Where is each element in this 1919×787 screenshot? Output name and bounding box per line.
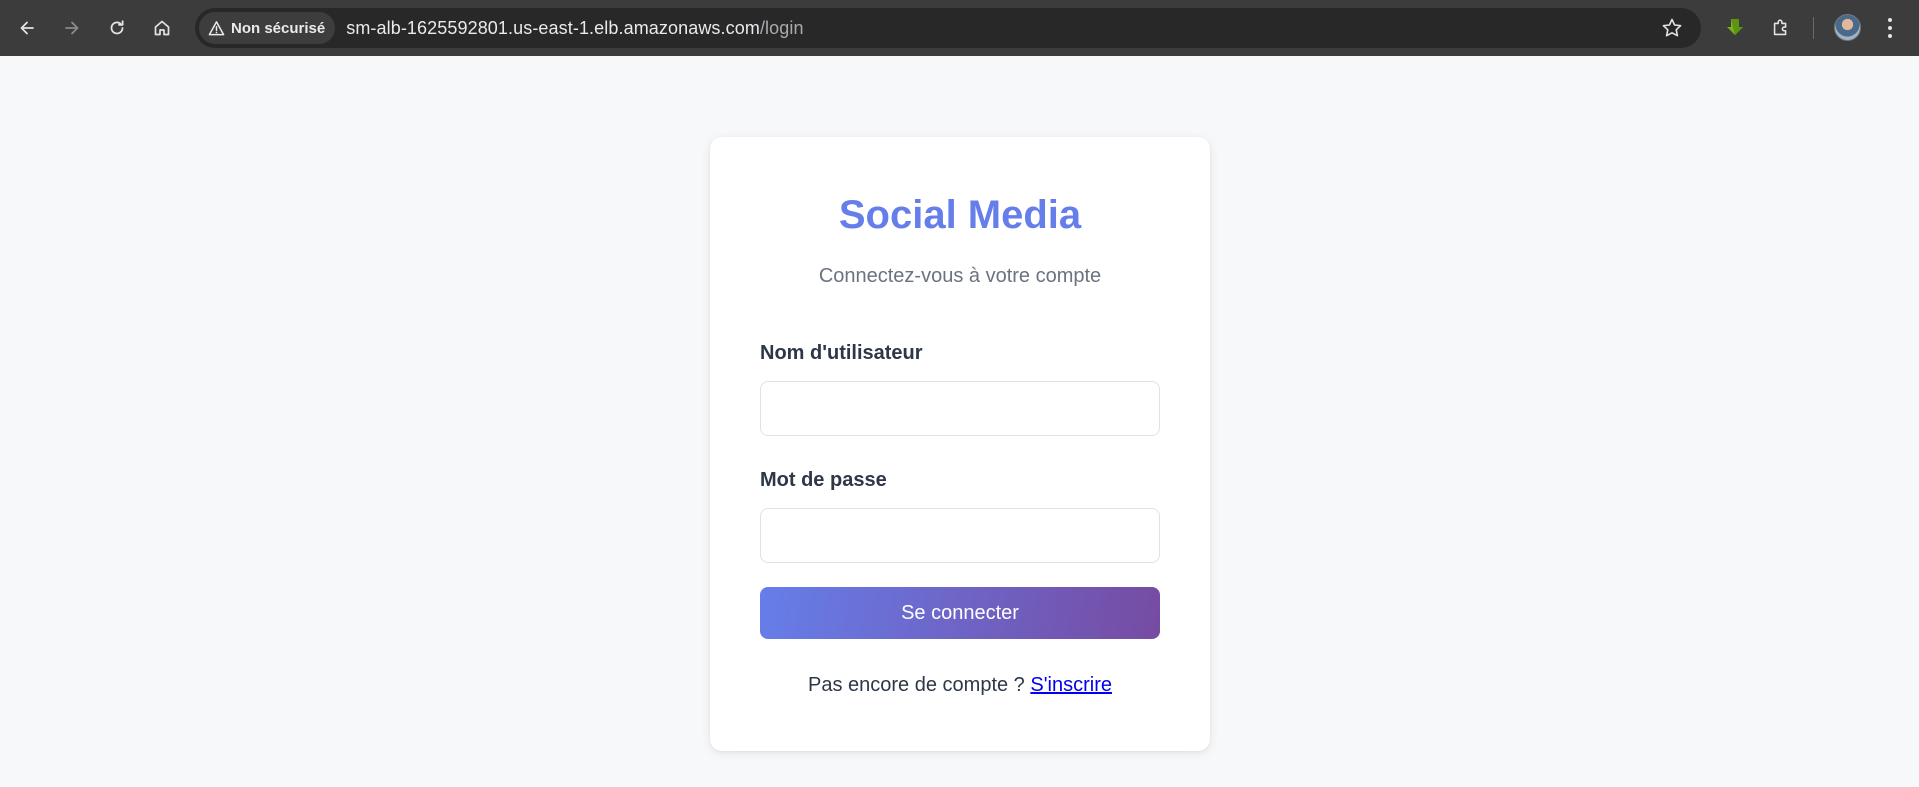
url-path: /login [759, 17, 804, 38]
home-button[interactable] [145, 11, 179, 45]
browser-toolbar: Non sécurisé sm-alb-1625592801.us-east-1… [0, 0, 1919, 56]
star-icon[interactable] [1661, 17, 1683, 39]
username-field[interactable] [760, 381, 1160, 436]
page-title: Social Media [838, 193, 1082, 237]
password-field[interactable] [760, 508, 1160, 563]
reload-button[interactable] [100, 11, 134, 45]
arrow-right-icon [65, 21, 79, 35]
home-icon [154, 20, 170, 36]
login-card: Social Media Connectez-vous à votre comp… [710, 137, 1210, 751]
address-bar[interactable]: Non sécurisé sm-alb-1625592801.us-east-1… [195, 8, 1701, 48]
username-label: Nom d'utilisateur [760, 342, 923, 364]
security-label: Non sécurisé [231, 19, 326, 37]
kebab-menu-icon[interactable] [1880, 14, 1900, 42]
page-content: Social Media Connectez-vous à votre comp… [0, 56, 1919, 787]
url-text[interactable]: sm-alb-1625592801.us-east-1.elb.amazonaw… [346, 18, 803, 39]
url-host: sm-alb-1625592801.us-east-1.elb.amazonaw… [346, 17, 760, 38]
download-button[interactable] [1721, 14, 1749, 42]
login-button[interactable]: Se connecter [760, 587, 1160, 639]
back-button[interactable] [10, 11, 44, 45]
warning-triangle-icon [208, 20, 225, 35]
reload-icon [110, 20, 124, 35]
arrow-left-icon [20, 21, 34, 35]
download-arrow-icon [1727, 19, 1743, 35]
signup-prompt: Pas encore de compte ? S'inscrire [710, 674, 1210, 697]
extensions-button[interactable] [1767, 14, 1795, 42]
page-subtitle: Connectez-vous à votre compte [818, 265, 1102, 287]
avatar[interactable] [1834, 14, 1861, 41]
puzzle-icon [1773, 19, 1787, 36]
security-indicator[interactable]: Non sécurisé [199, 12, 336, 44]
signup-link[interactable]: S'inscrire [1030, 674, 1112, 696]
password-label: Mot de passe [760, 469, 887, 491]
forward-button[interactable] [55, 11, 89, 45]
toolbar-divider [1813, 17, 1814, 39]
signup-prompt-text: Pas encore de compte ? [808, 674, 1025, 696]
